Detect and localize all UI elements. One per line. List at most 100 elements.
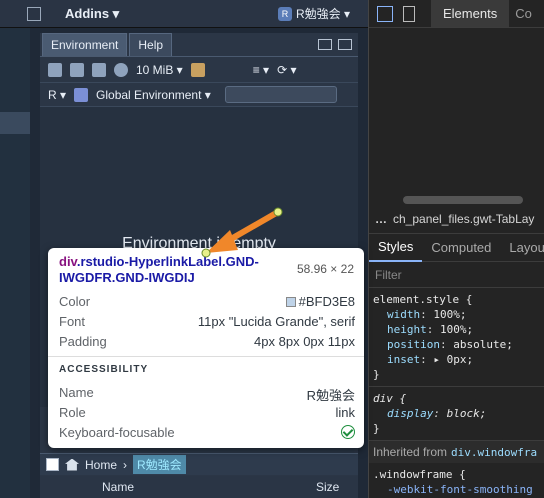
row-value: R勉強会: [306, 388, 355, 403]
css-prop-name: position: [387, 338, 440, 351]
load-workspace-icon[interactable]: [48, 62, 62, 77]
files-column-header: Name Size: [40, 476, 358, 498]
list-view-icon[interactable]: ≡ ▾: [253, 63, 269, 77]
tooltip-divider: [48, 356, 364, 357]
project-label: R勉強会 ▾: [296, 7, 351, 21]
import-dataset-icon[interactable]: [92, 62, 106, 77]
tooltip-tag: div: [59, 254, 77, 269]
environment-toolbar-2: R ▾ Global Environment ▾: [40, 83, 358, 107]
rule-close: }: [373, 422, 380, 435]
pane-window-controls: [318, 39, 358, 56]
files-breadcrumb-bar: Home › R勉強会: [40, 453, 358, 475]
refresh-icon[interactable]: ⟳ ▾: [277, 63, 296, 77]
row-key: Color: [59, 294, 91, 309]
memory-usage-icon[interactable]: [114, 62, 128, 77]
select-all-checkbox[interactable]: [46, 458, 59, 471]
row-key: Font: [59, 314, 86, 329]
row-value: link: [335, 405, 355, 420]
check-circle-icon: [341, 425, 355, 439]
accessibility-heading: ACCESSIBILITY: [59, 364, 149, 375]
css-prop-value: 100%;: [440, 323, 474, 336]
tab-help[interactable]: Help: [129, 33, 173, 56]
environment-search-input[interactable]: [224, 86, 337, 103]
language-select[interactable]: R ▾: [48, 88, 66, 102]
source-pane-edge: [0, 28, 30, 498]
breadcrumb-separator-icon: ›: [123, 457, 128, 472]
breadcrumb-home[interactable]: Home: [85, 458, 117, 472]
breadcrumb-project-link[interactable]: R勉強会: [133, 455, 186, 474]
row-value: 4px 8px 0px 11px: [254, 334, 355, 349]
color-swatch-icon: [285, 297, 296, 307]
css-prop-value: block;: [446, 407, 487, 420]
tab-console[interactable]: Co: [509, 0, 544, 27]
home-icon[interactable]: [65, 458, 79, 471]
memory-usage-label[interactable]: 10 MiB ▾: [136, 63, 183, 77]
dom-tree: [369, 28, 544, 196]
styles-filter-input[interactable]: Filter: [369, 262, 544, 288]
column-size-header[interactable]: Size: [316, 480, 339, 494]
css-prop-value: 100%;: [433, 308, 467, 321]
css-property[interactable]: width: 100%;: [373, 307, 544, 322]
tab-elements[interactable]: Elements: [431, 0, 510, 27]
css-property[interactable]: -webkit-font-smoothing: [373, 482, 544, 497]
tooltip-row-color: Color #BFD3E8: [59, 294, 355, 312]
styles-subtabs: Styles Computed Layou: [369, 234, 544, 262]
environment-select[interactable]: Global Environment ▾: [96, 88, 211, 102]
row-key: Padding: [59, 334, 107, 349]
minimize-pane-icon[interactable]: [318, 39, 332, 50]
tab-computed[interactable]: Computed: [422, 234, 500, 261]
devtools-tabbar: Elements Co: [369, 0, 544, 28]
css-property[interactable]: height: 100%;: [373, 322, 544, 337]
tooltip-row-padding: Padding 4px 8px 0px 11px: [59, 334, 355, 352]
dom-tree-scrollbar[interactable]: [403, 196, 523, 204]
project-menu[interactable]: R R勉強会 ▾: [278, 5, 350, 22]
column-name-header[interactable]: Name: [102, 480, 134, 494]
breadcrumb-node[interactable]: ch_panel_files.gwt-TabLay: [393, 212, 534, 226]
css-prop-value: ▸ 0px;: [433, 353, 474, 366]
device-toolbar-icon[interactable]: [403, 5, 415, 22]
tooltip-dimensions: 58.96 × 22: [296, 262, 354, 276]
inspect-element-icon[interactable]: [377, 5, 393, 22]
addins-menu[interactable]: Addins ▾: [65, 6, 119, 22]
tooltip-row-keyboard: Keyboard-focusable: [59, 425, 355, 443]
tooltip-row-name: Name R勉強会: [59, 385, 355, 403]
rule-selector: div {: [373, 392, 407, 405]
inspect-tooltip: div.rstudio-HyperlinkLabel.GND-IWGDFR.GN…: [48, 248, 364, 448]
maximize-pane-icon[interactable]: [338, 39, 352, 50]
save-workspace-icon[interactable]: [70, 62, 84, 77]
inherited-label: Inherited from: [373, 445, 448, 459]
rule-selector: .windowframe {: [373, 468, 466, 481]
broom-clear-icon[interactable]: [190, 62, 205, 77]
css-property[interactable]: inset: ▸ 0px;: [373, 352, 544, 367]
pane-tabs: Environment Help: [40, 33, 358, 57]
inherited-from-link[interactable]: div.windowfra: [451, 446, 537, 459]
rule-close: }: [373, 368, 380, 381]
environment-toolbar: 10 MiB ▾ ≡ ▾ ⟳ ▾: [40, 57, 358, 83]
tooltip-row-role: Role link: [59, 405, 355, 423]
row-key: Role: [59, 405, 86, 420]
row-value: #BFD3E8: [285, 294, 355, 309]
dom-breadcrumb: … ch_panel_files.gwt-TabLay: [369, 204, 544, 234]
css-property[interactable]: position: absolute;: [373, 337, 544, 352]
tab-layout[interactable]: Layou: [500, 234, 544, 261]
color-value: #BFD3E8: [298, 294, 355, 309]
css-prop-name: height: [387, 323, 427, 336]
tooltip-row-font: Font 11px "Lucida Grande", serif: [59, 314, 355, 332]
selected-row-highlight: [0, 112, 30, 134]
tab-styles[interactable]: Styles: [369, 233, 423, 262]
css-prop-name: display: [387, 407, 434, 420]
css-property[interactable]: display: block;: [373, 406, 544, 421]
annotation-arrow-icon: [201, 207, 283, 258]
inherited-header: Inherited from div.windowfra: [369, 441, 544, 463]
tab-environment[interactable]: Environment: [42, 33, 128, 56]
devtools-panel: Elements Co … ch_panel_files.gwt-TabLay …: [368, 0, 544, 498]
r-project-icon: R: [278, 6, 292, 21]
rule-selector: element.style {: [373, 293, 473, 306]
breadcrumb-overflow[interactable]: …: [375, 212, 387, 226]
css-prop-name: inset: [387, 353, 421, 366]
screen: Addins ▾ R R勉強会 ▾ Environment Help 10 Mi…: [0, 0, 544, 498]
div-rule: div { display: block; }: [369, 387, 544, 441]
row-key: Name: [59, 385, 94, 400]
grid-icon[interactable]: [27, 7, 41, 21]
environment-icon: [74, 87, 89, 102]
